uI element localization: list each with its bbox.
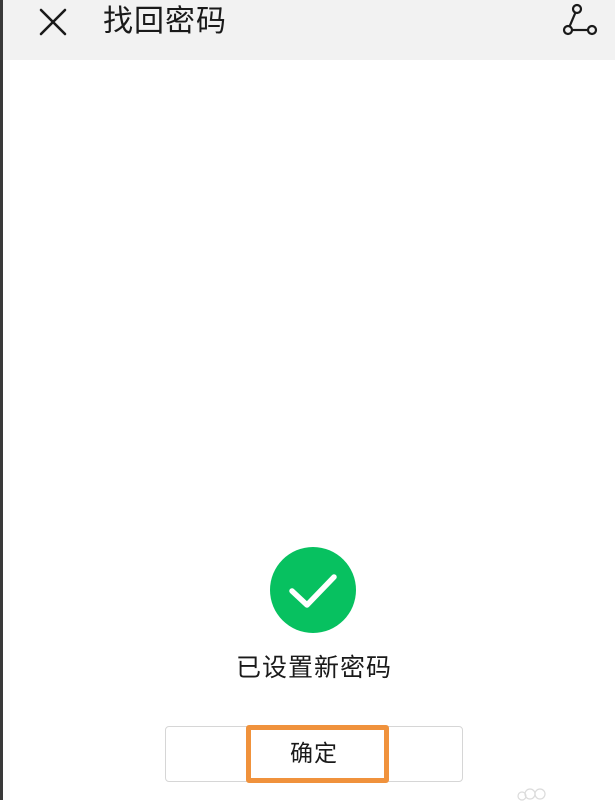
status-message: 已设置新密码 [235, 653, 392, 682]
share-icon [558, 3, 602, 48]
page-title: 找回密码 [103, 4, 227, 39]
close-button[interactable] [33, 2, 73, 42]
share-button[interactable] [558, 0, 602, 44]
confirm-button[interactable]: 确定 [165, 726, 463, 782]
top-bar: 找回密码 [3, 0, 615, 60]
confirm-button-label: 确定 [290, 741, 338, 767]
watermark-icon [516, 786, 550, 801]
close-icon [33, 8, 73, 46]
check-circle-icon [270, 547, 356, 633]
success-badge [270, 547, 356, 633]
